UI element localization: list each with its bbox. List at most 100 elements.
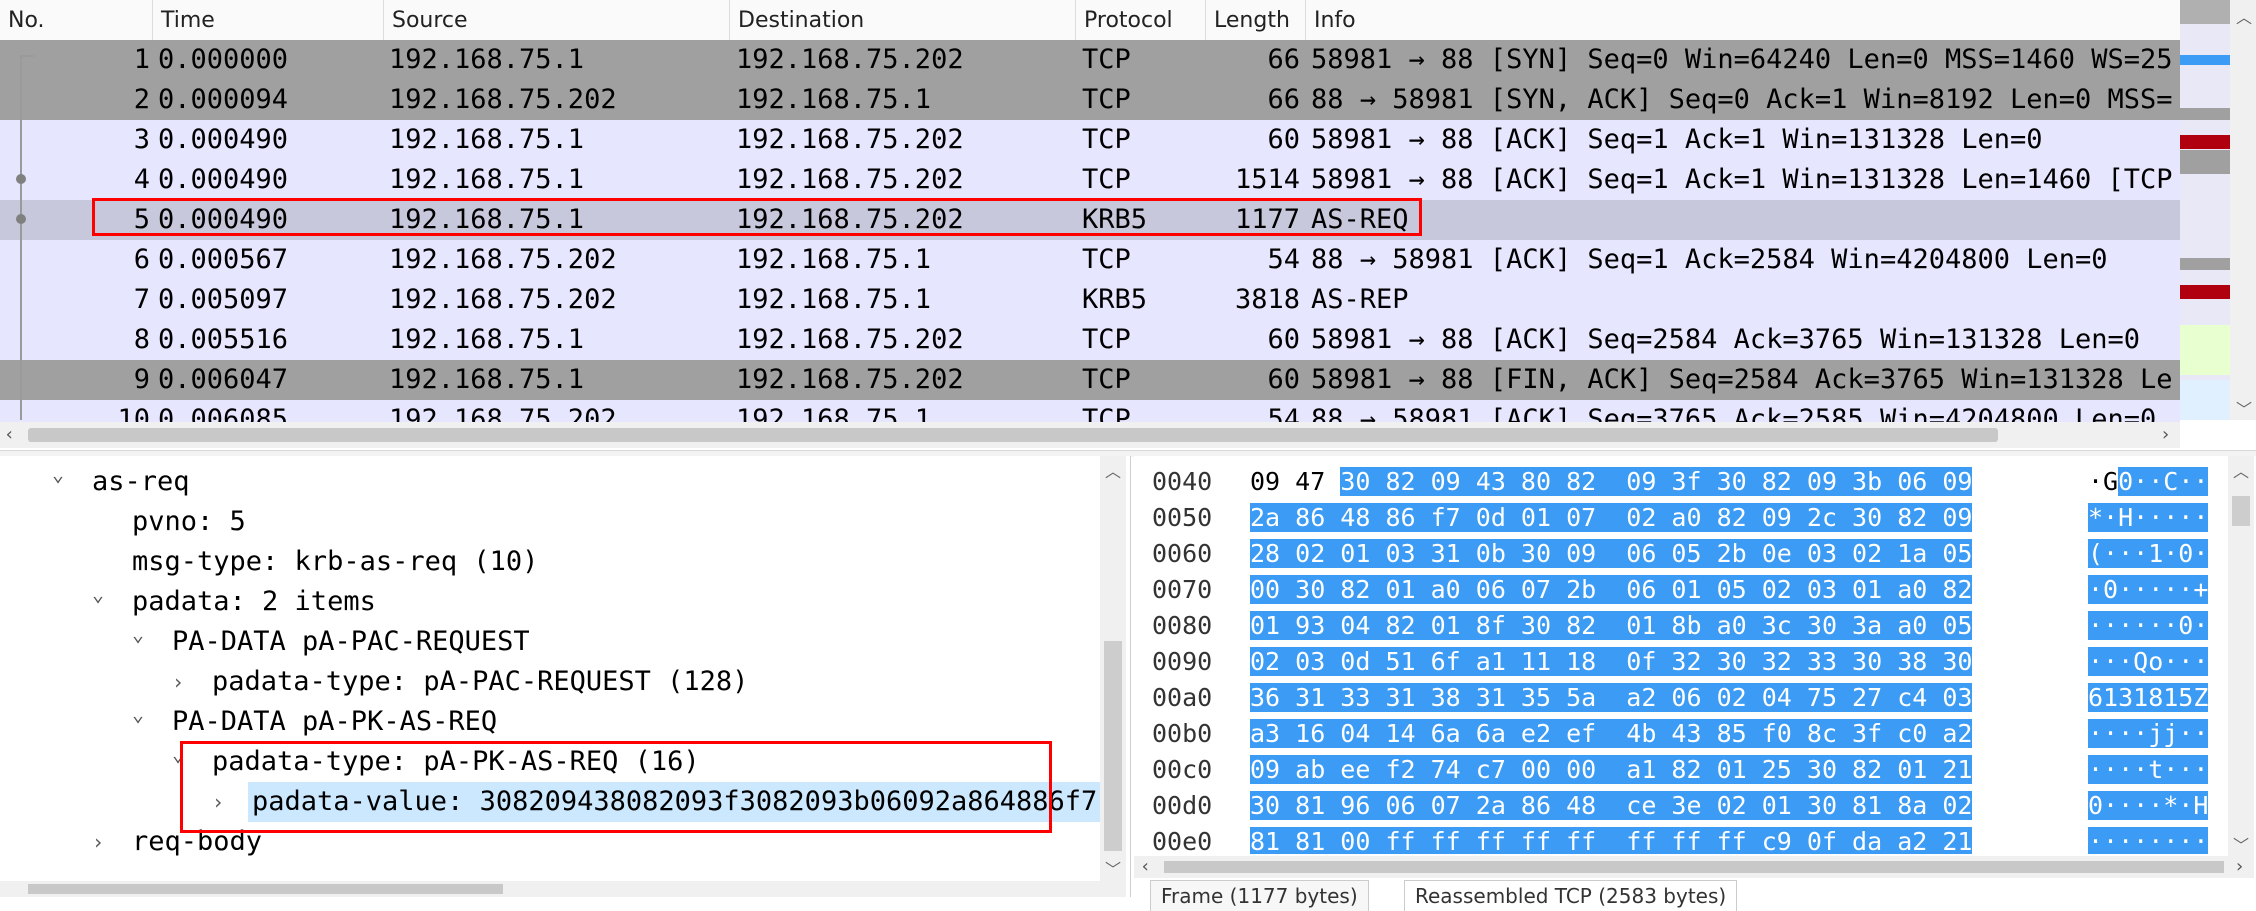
related-packet-dot (16, 214, 26, 224)
column-source[interactable]: Source (384, 0, 730, 40)
scroll-thumb[interactable] (1104, 641, 1122, 851)
hex-row[interactable]: 00a0 36 31 33 31 38 31 35 5a a2 06 02 04 … (1134, 680, 2224, 716)
hex-ascii-selected: (···1·0· (2088, 539, 2209, 568)
hex-vscrollbar[interactable]: ︿ ﹀ (2228, 456, 2254, 856)
packet-row[interactable]: 10 0.006085 192.168.75.202 192.168.75.1 TCP 5… (0, 400, 2180, 422)
hex-ascii: (···1·0· (2088, 536, 2209, 572)
packet-row[interactable]: 9 0.006047 192.168.75.1 192.168.75.202 TCP 60… (0, 360, 2180, 400)
scroll-thumb[interactable] (28, 884, 503, 894)
hex-offset: 0050 (1152, 503, 1213, 532)
hex-offset: 0090 (1152, 647, 1213, 676)
hex-bytes: 02 03 0d 51 6f a1 11 18 0f 32 30 32 33 3… (1250, 644, 1973, 680)
scroll-up-icon[interactable]: ︿ (1105, 458, 1121, 482)
scroll-up-icon[interactable]: ︿ (2233, 458, 2249, 482)
scroll-thumb[interactable] (2232, 496, 2250, 526)
scroll-right-icon[interactable]: › (2160, 422, 2171, 448)
tree-node-label: PA-DATA pA-PAC-REQUEST (172, 626, 530, 657)
packet-info: 88 → 58981 [SYN, ACK] Seq=0 Ack=1 Win=81… (1311, 84, 2173, 115)
column-destination[interactable]: Destination (730, 0, 1076, 40)
tree-node[interactable]: ⌄ padata: 2 items (0, 582, 1100, 622)
hex-bytes-selected: 30 81 96 06 07 2a 86 48 ce 3e 02 01 30 8… (1250, 791, 1973, 820)
chevron-down-icon[interactable]: ⌄ (132, 694, 152, 726)
hex-row[interactable]: 00e0 81 81 00 ff ff ff ff ff ff ff ff c9 … (1134, 824, 2224, 854)
scroll-down-icon[interactable]: ﹀ (2233, 832, 2249, 856)
details-hscrollbar[interactable] (0, 881, 1126, 897)
hex-offset: 0040 (1152, 467, 1213, 496)
hex-row[interactable]: 0090 02 03 0d 51 6f a1 11 18 0f 32 30 32 … (1134, 644, 2224, 680)
column-length[interactable]: Length (1206, 0, 1306, 40)
chevron-down-icon[interactable]: ⌄ (52, 462, 72, 486)
tree-node-label: padata-type: pA-PAC-REQUEST (128) (212, 666, 749, 697)
hex-bytes-selected: 30 82 09 43 80 82 09 3f 30 82 09 3b 06 0… (1340, 467, 1973, 496)
packet-bytes-pane[interactable]: 0040 09 47 30 82 09 43 80 82 09 3f 30 82 … (1134, 456, 2256, 911)
hex-bytes: 28 02 01 03 31 0b 30 09 06 05 2b 0e 03 0… (1250, 536, 1973, 572)
tab-frame[interactable]: Frame (1177 bytes) (1150, 880, 1369, 911)
column-label: Destination (738, 8, 865, 33)
scroll-thumb[interactable] (1164, 861, 2224, 873)
hex-row[interactable]: 0040 09 47 30 82 09 43 80 82 09 3f 30 82 … (1134, 464, 2224, 500)
scroll-down-icon[interactable]: ﹀ (2236, 396, 2252, 420)
packet-row[interactable]: 3 0.000490 192.168.75.1 192.168.75.202 TCP 60… (0, 120, 2180, 160)
hex-bytes-selected: 01 93 04 82 01 8f 30 82 01 8b a0 3c 30 3… (1250, 611, 1973, 640)
hex-ascii-selected: ····jj·· (2088, 719, 2209, 748)
scroll-left-icon[interactable]: ‹ (1140, 856, 1151, 878)
hex-offset: 00b0 (1152, 719, 1213, 748)
hex-ascii: 6131815Z (2088, 680, 2209, 716)
packet-details-pane[interactable]: ⌄ as-req pvno: 5 msg-type: krb-as-req (10) ⌄… (0, 456, 1131, 897)
hex-row[interactable]: 0060 28 02 01 03 31 0b 30 09 06 05 2b 0e … (1134, 536, 2224, 572)
chevron-down-icon[interactable]: ⌄ (132, 614, 152, 646)
packet-row[interactable]: 1 0.000000 192.168.75.1 192.168.75.202 TCP 66… (0, 40, 2180, 80)
tree-node[interactable]: › padata-type: pA-PAC-REQUEST (128) (0, 662, 1100, 702)
conversation-line-start (20, 55, 34, 57)
hex-row[interactable]: 00b0 a3 16 04 14 6a 6a e2 ef 4b 43 85 f0 … (1134, 716, 2224, 752)
packet-row[interactable]: 6 0.000567 192.168.75.202 192.168.75.1 TCP 54… (0, 240, 2180, 280)
scroll-down-icon[interactable]: ﹀ (1105, 856, 1121, 880)
tree-node[interactable]: pvno: 5 (0, 502, 1100, 542)
column-time[interactable]: Time (153, 0, 384, 40)
packet-row[interactable]: 4 0.000490 192.168.75.1 192.168.75.202 TCP 15… (0, 160, 2180, 200)
tree-node[interactable]: ⌄ PA-DATA pA-PK-AS-REQ (0, 702, 1100, 742)
hex-bytes: 81 81 00 ff ff ff ff ff ff ff ff c9 0f d… (1250, 824, 1973, 854)
packet-list-vscrollbar[interactable]: ︿ ﹀ (2230, 0, 2256, 420)
packet-length: 3818 (1234, 284, 1300, 315)
packet-row[interactable]: 8 0.005516 192.168.75.1 192.168.75.202 TCP 60… (0, 320, 2180, 360)
minimap-mark (2180, 380, 2230, 420)
hex-row[interactable]: 0070 00 30 82 01 a0 06 07 2b 06 01 05 02 … (1134, 572, 2224, 608)
hex-hscrollbar[interactable]: ‹ › (1134, 856, 2254, 878)
details-vscrollbar[interactable]: ︿ ﹀ (1100, 456, 1126, 881)
hex-bytes-selected: 09 ab ee f2 74 c7 00 00 a1 82 01 25 30 8… (1250, 755, 1973, 784)
hex-ascii: ·0·····+ (2088, 572, 2209, 608)
hex-row[interactable]: 0050 2a 86 48 86 f7 0d 01 07 02 a0 82 09 … (1134, 500, 2224, 536)
tree-node-label: as-req (92, 466, 190, 497)
chevron-right-icon[interactable]: › (172, 662, 192, 694)
hex-bytes-selected: a3 16 04 14 6a 6a e2 ef 4b 43 85 f0 8c 3… (1250, 719, 1973, 748)
scroll-thumb[interactable] (28, 428, 1998, 442)
scroll-up-icon[interactable]: ︿ (2236, 4, 2252, 28)
hex-row[interactable]: 00d0 30 81 96 06 07 2a 86 48 ce 3e 02 01 … (1134, 788, 2224, 824)
scroll-left-icon[interactable]: ‹ (4, 422, 15, 448)
tab-reassembled-tcp[interactable]: Reassembled TCP (2583 bytes) (1404, 880, 1738, 911)
column-no[interactable]: No. (0, 0, 153, 40)
packet-row[interactable]: 2 0.000094 192.168.75.202 192.168.75.1 TCP 66… (0, 80, 2180, 120)
packet-row[interactable]: 7 0.005097 192.168.75.202 192.168.75.1 KRB5 3… (0, 280, 2180, 320)
hex-ascii-selected: 6131815Z (2088, 683, 2209, 712)
tree-node[interactable]: msg-type: krb-as-req (10) (0, 542, 1100, 582)
hex-ascii-unselected: ·G (2088, 467, 2119, 496)
chevron-right-icon[interactable]: › (92, 822, 112, 854)
hex-row[interactable]: 00c0 09 ab ee f2 74 c7 00 00 a1 82 01 25 … (1134, 752, 2224, 788)
scroll-right-icon[interactable]: › (2234, 856, 2245, 878)
hex-ascii: ········ (2088, 824, 2209, 854)
column-protocol[interactable]: Protocol (1076, 0, 1206, 40)
hex-ascii: ····t··· (2088, 752, 2209, 788)
packet-list[interactable]: No. Time Source Destination Protocol Len… (0, 0, 2256, 452)
hex-row[interactable]: 0080 01 93 04 82 01 8f 30 82 01 8b a0 3c … (1134, 608, 2224, 644)
column-label: No. (8, 8, 45, 33)
tree-node[interactable]: ⌄ PA-DATA pA-PAC-REQUEST (0, 622, 1100, 662)
highlight-box-packet-5 (92, 198, 1422, 236)
chevron-down-icon[interactable]: ⌄ (92, 574, 112, 606)
packet-list-hscrollbar[interactable]: ‹ › (0, 422, 2180, 448)
packet-minimap[interactable] (2180, 0, 2230, 420)
packet-length: 60 (1267, 364, 1300, 395)
tree-node[interactable]: ⌄ as-req (0, 462, 1100, 502)
column-info[interactable]: Info (1306, 0, 2180, 40)
